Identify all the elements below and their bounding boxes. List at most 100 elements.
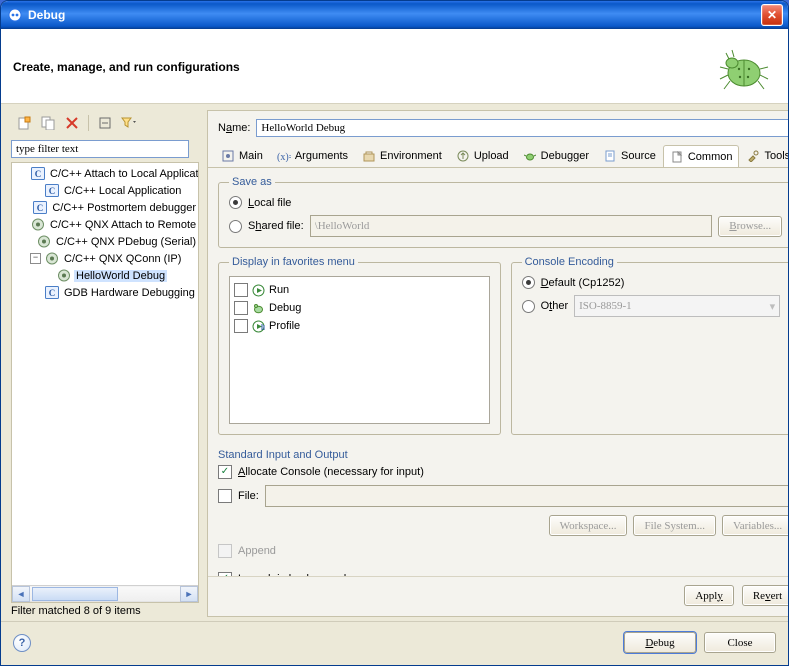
filter-menu-button[interactable] (118, 112, 140, 134)
tab-environment[interactable]: Environment (355, 144, 449, 167)
tab-bar: Main (x)= Arguments Environment Upload Debugg… (208, 143, 789, 168)
tree-horizontal-scrollbar[interactable]: ◄ ► (12, 585, 198, 602)
close-icon[interactable]: ✕ (761, 4, 783, 26)
favorites-item-label: Debug (269, 302, 301, 314)
c-box-icon: C (44, 285, 59, 300)
scroll-thumb[interactable] (32, 587, 118, 601)
page-icon (670, 150, 684, 164)
run-icon (252, 284, 265, 297)
browse-button: Browse... (718, 216, 782, 237)
dialog-header: Create, manage, and run configurations (1, 29, 788, 104)
tab-main[interactable]: Main (214, 144, 270, 167)
close-button[interactable]: Close (704, 632, 776, 653)
tab-label: Tools (764, 150, 789, 162)
right-panel: Name: Main (x)= Arguments Environment Upload… (207, 110, 789, 617)
new-config-button[interactable] (13, 112, 35, 134)
favorites-checkbox[interactable] (234, 319, 248, 333)
left-panel: CC/C++ Attach to Local ApplicationCC/C++… (11, 110, 199, 617)
favorites-checkbox[interactable] (234, 301, 248, 315)
x-equals-icon: (x)= (277, 149, 291, 163)
debug-button[interactable]: Debug (624, 632, 696, 653)
favorites-list[interactable]: Run Debug Profile (229, 276, 490, 424)
qnx-icon (36, 234, 51, 249)
file-output-label[interactable]: File: (238, 490, 259, 502)
filter-input[interactable] (11, 140, 189, 158)
tab-label: Arguments (295, 150, 348, 162)
local-file-radio[interactable] (229, 196, 242, 209)
favorites-checkbox[interactable] (234, 283, 248, 297)
dialog-footer: ? Debug Close (1, 621, 788, 665)
tab-tools[interactable]: Tools (739, 144, 789, 167)
upload-icon (456, 149, 470, 163)
tree-item-label: C/C++ QNX PDebug (Serial) (54, 236, 198, 248)
stdio-heading: Standard Input and Output (218, 449, 789, 461)
tree-item[interactable]: C/C++ QNX Attach to Remote (14, 216, 198, 233)
tree-item[interactable]: CC/C++ Attach to Local Application (14, 165, 198, 182)
allocate-console-checkbox[interactable] (218, 465, 232, 479)
shared-file-radio[interactable] (229, 220, 242, 233)
revert-button[interactable]: Revert (742, 585, 789, 606)
workspace-button: Workspace... (549, 515, 628, 536)
tab-arguments[interactable]: (x)= Arguments (270, 144, 355, 167)
tab-source[interactable]: Source (596, 144, 663, 167)
favorites-item[interactable]: Run (234, 281, 485, 299)
titlebar[interactable]: Debug ✕ (1, 1, 788, 29)
scroll-left-icon[interactable]: ◄ (12, 586, 30, 602)
tree-item[interactable]: CC/C++ Postmortem debugger (14, 199, 198, 216)
collapse-all-button[interactable] (94, 112, 116, 134)
append-label: Append (238, 545, 276, 557)
svg-text:C: C (37, 203, 44, 213)
shared-file-label[interactable]: Shared file: (248, 220, 304, 232)
encoding-other-radio[interactable] (522, 300, 535, 313)
allocate-console-label[interactable]: Allocate Console (necessary for input) (238, 466, 424, 478)
scroll-track[interactable] (30, 587, 180, 601)
duplicate-config-button[interactable] (37, 112, 59, 134)
favorites-item[interactable]: Debug (234, 299, 485, 317)
tree-item[interactable]: C/C++ QNX PDebug (Serial) (14, 233, 198, 250)
tree-wrap: CC/C++ Attach to Local ApplicationCC/C++… (11, 162, 199, 603)
svg-text:C: C (48, 288, 55, 298)
save-as-legend: Save as (229, 176, 275, 188)
config-tree[interactable]: CC/C++ Attach to Local ApplicationCC/C++… (12, 163, 198, 585)
shared-file-input (310, 215, 713, 237)
tab-debugger[interactable]: Debugger (516, 144, 596, 167)
tree-item[interactable]: CC/C++ Local Application (14, 182, 198, 199)
tab-common[interactable]: Common (663, 145, 740, 168)
left-toolbar (11, 110, 199, 136)
append-checkbox (218, 544, 232, 558)
tab-label: Upload (474, 150, 509, 162)
apply-button[interactable]: Apply (684, 585, 734, 606)
profile-icon (252, 320, 265, 333)
c-box-icon: C (44, 183, 59, 198)
tree-item-label: GDB Hardware Debugging (62, 287, 197, 299)
file-output-checkbox[interactable] (218, 489, 232, 503)
scroll-right-icon[interactable]: ► (180, 586, 198, 602)
tab-label: Debugger (541, 150, 589, 162)
help-icon[interactable]: ? (13, 634, 31, 652)
name-label: Name: (218, 122, 250, 134)
bug-icon (523, 149, 537, 163)
tab-upload[interactable]: Upload (449, 144, 516, 167)
encoding-other-label[interactable]: Other (541, 300, 569, 312)
tree-item[interactable]: −C/C++ QNX QConn (IP) (14, 250, 198, 267)
c-box-icon: C (32, 200, 47, 215)
name-input[interactable] (256, 119, 789, 137)
tree-item[interactable]: HelloWorld Debug (14, 267, 198, 284)
delete-config-button[interactable] (61, 112, 83, 134)
c-box-icon: C (30, 166, 45, 181)
bug-icon (252, 302, 265, 315)
tree-item-label: C/C++ Local Application (62, 185, 183, 197)
tab-label: Environment (380, 150, 442, 162)
filesystem-button: File System... (633, 515, 716, 536)
content-area: CC/C++ Attach to Local ApplicationCC/C++… (1, 104, 788, 621)
titlebar-title: Debug (28, 8, 761, 22)
square-dot-icon (221, 149, 235, 163)
collapse-icon[interactable]: − (30, 253, 41, 264)
encoding-default-label[interactable]: Default (Cp1252) (541, 277, 625, 289)
favorites-item[interactable]: Profile (234, 317, 485, 335)
source-icon (603, 149, 617, 163)
dialog-header-title: Create, manage, and run configurations (13, 60, 240, 74)
tree-item[interactable]: C GDB Hardware Debugging (14, 284, 198, 301)
encoding-default-radio[interactable] (522, 276, 535, 289)
local-file-label[interactable]: Local file (248, 197, 291, 209)
